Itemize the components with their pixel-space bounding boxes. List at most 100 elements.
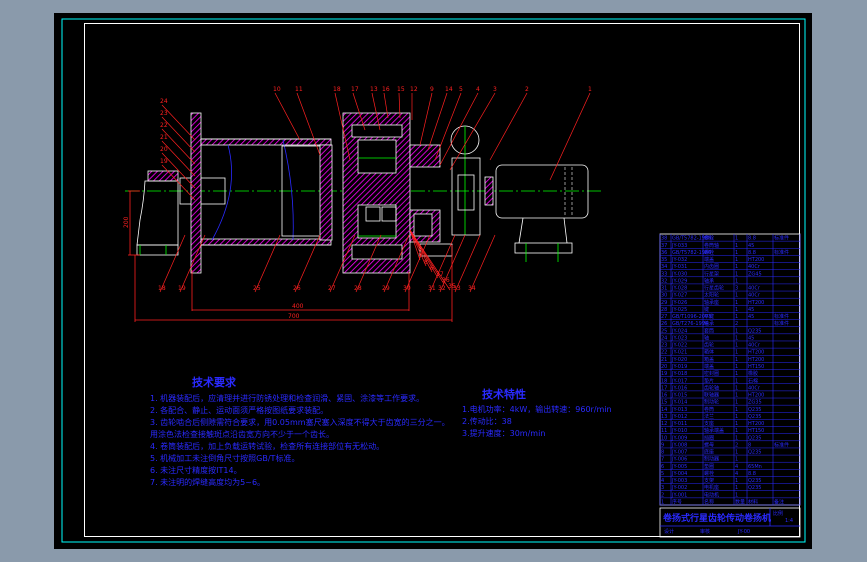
part-label: 32 xyxy=(438,285,446,292)
bom-cell: 轴承座 xyxy=(704,299,719,306)
bom-cell: 1 xyxy=(735,293,738,299)
leader-line xyxy=(419,92,433,146)
tech-requirement-item: 6. 未注尺寸精度按IT14。 xyxy=(150,465,242,475)
bom-cell: 24 xyxy=(661,335,667,341)
bom-row: 6 JY-005 垫圈 4 65Mn xyxy=(660,463,800,470)
bom-cell: JY-010 xyxy=(671,428,687,434)
bom-row: 18 JY-017 垫片 1 石棉 xyxy=(660,377,800,384)
bom-cell: JY-005 xyxy=(671,464,687,470)
bom-cell: JY-023 xyxy=(671,335,687,341)
drawing-title: 卷扬式行星齿轮传动卷扬机 xyxy=(662,512,771,524)
bom-cell: JY-026 xyxy=(671,300,687,306)
bom-cell: JY-013 xyxy=(671,407,687,413)
bom-cell: 名称 xyxy=(704,499,714,506)
bom-cell: HT200 xyxy=(748,257,764,263)
bom-cell: 齿轮轴 xyxy=(704,384,719,391)
bom-cell: Q235 xyxy=(748,328,761,334)
tech-requirement-item: 2. 各配合、静止、运动面须严格按图纸要求装配。 xyxy=(150,405,328,415)
bom-cell: 18 xyxy=(661,378,667,384)
bom-cell: Q235 xyxy=(748,478,761,484)
bom-cell: ZG45 xyxy=(748,271,762,277)
bom-cell: 橡胶 xyxy=(748,370,758,377)
bom-cell: 13 xyxy=(661,414,667,420)
bom-cell: 1 xyxy=(735,300,738,306)
brake-coupling xyxy=(450,125,494,236)
bom-cell: 1 xyxy=(735,457,738,463)
drawing-number: JY-00 xyxy=(737,529,750,535)
part-label: 19 xyxy=(160,158,168,165)
bom-cell: 2 xyxy=(661,492,664,498)
drum xyxy=(190,112,333,274)
bom-cell: 40Cr xyxy=(748,343,761,349)
part-label: 31 xyxy=(428,285,436,292)
part-label: 6 xyxy=(430,265,434,272)
motor xyxy=(495,164,589,262)
bom-cell: 30 xyxy=(661,293,667,299)
scale-label: 比例 xyxy=(773,510,783,517)
bom-row: 26 GB/T276-1994轴承 2 标准件 xyxy=(660,320,800,327)
tech-requirement-item: 1. 机器装配后，应清理并进行防锈处理和检查润滑、紧固、涂漆等工作要求。 xyxy=(150,393,424,403)
bom-cell: 1 xyxy=(735,307,738,313)
bom-cell: HT150 xyxy=(748,428,764,434)
bom-cell: JY-014 xyxy=(671,400,687,406)
bom-row: 14 JY-013 卷筒 1 Q235 xyxy=(660,406,800,413)
bom-cell: 45 xyxy=(748,243,754,249)
bom-cell: 1 xyxy=(735,328,738,334)
bom-cell: 1 xyxy=(735,450,738,456)
bom-cell: JY-001 xyxy=(671,492,687,498)
bom-cell: JY-008 xyxy=(671,442,687,448)
bom-row: 10 JY-009 挡圈 1 Q235 xyxy=(660,434,800,441)
bom-cell: 1 xyxy=(735,343,738,349)
bom-cell: 28 xyxy=(661,307,667,313)
bom-cell: 齿轮 xyxy=(704,342,714,349)
bom-cell: 2 xyxy=(735,442,738,448)
bom-cell: JY-024 xyxy=(671,328,687,334)
bom-cell: 内齿圈 xyxy=(704,263,719,270)
bom-cell: JY-027 xyxy=(671,293,687,299)
bom-cell: 10 xyxy=(661,435,667,441)
bom-cell: 联轴器 xyxy=(704,392,719,399)
bom-cell: 6 xyxy=(661,464,664,470)
bom-cell: JY-018 xyxy=(671,371,687,377)
bom-cell: 14 xyxy=(661,407,667,413)
bom-row: 27 GB/T1096-2003平键 1 45 标准件 xyxy=(660,313,800,320)
bom-cell: 标准件 xyxy=(774,235,789,242)
bom-cell: 标准件 xyxy=(774,441,789,448)
part-label: 3 xyxy=(493,86,497,93)
bom-cell: 标准件 xyxy=(774,249,789,256)
bom-cell: 34 xyxy=(661,264,667,270)
tech-characteristic-item: 1.电机功率：4kW，输出转速：960r/min xyxy=(462,404,612,414)
bom-cell: 25 xyxy=(661,328,667,334)
bom-row: 23 JY-022 齿轮 1 40Cr xyxy=(660,342,800,349)
bom-cell: 螺母 xyxy=(704,441,714,448)
bom-cell: JY-019 xyxy=(671,364,687,370)
part-label: 29 xyxy=(382,285,390,292)
bom-cell: JY-002 xyxy=(671,485,687,491)
bom-cell: 3 xyxy=(735,286,738,292)
bom-row: 2 JY-001 电动机 1 xyxy=(660,491,800,498)
bom-cell: 36 xyxy=(661,250,667,256)
bom-cell: 27 xyxy=(661,314,667,320)
bom-cell: 序号 xyxy=(672,499,682,506)
bom-cell: 4 xyxy=(661,478,664,484)
bom-cell: JY-006 xyxy=(671,457,687,463)
leader-line xyxy=(427,92,448,151)
leader-line xyxy=(469,234,496,293)
bom-cell: 16 xyxy=(661,393,667,399)
bom-row: 7 JY-006 制动器 1 xyxy=(660,456,800,463)
bom-cell: 端盖 xyxy=(704,363,714,370)
gearbox xyxy=(342,112,411,274)
tech-requirement-item: 3. 齿轮啮合后侧隙需符合要求，用0.05mm塞尺塞入深度不得大于齿宽的三分之一… xyxy=(150,417,450,427)
bom-cell: JY-020 xyxy=(671,357,687,363)
leader-line xyxy=(489,92,528,161)
bom-cell: 平键 xyxy=(704,313,714,320)
part-label: 26 xyxy=(293,285,301,292)
bom-cell: 1 xyxy=(735,278,738,284)
bom-cell: JY-017 xyxy=(671,378,687,384)
part-label: 1 xyxy=(588,86,592,93)
bom-cell: JY-009 xyxy=(671,435,687,441)
bom-cell: 1 xyxy=(735,385,738,391)
part-label: 15 xyxy=(397,86,405,93)
tech-requirements-list: 1. 机器装配后，应清理并进行防锈处理和检查润滑、紧固、涂漆等工作要求。 2. 各… xyxy=(150,393,450,487)
bom-cell: HT200 xyxy=(748,350,764,356)
